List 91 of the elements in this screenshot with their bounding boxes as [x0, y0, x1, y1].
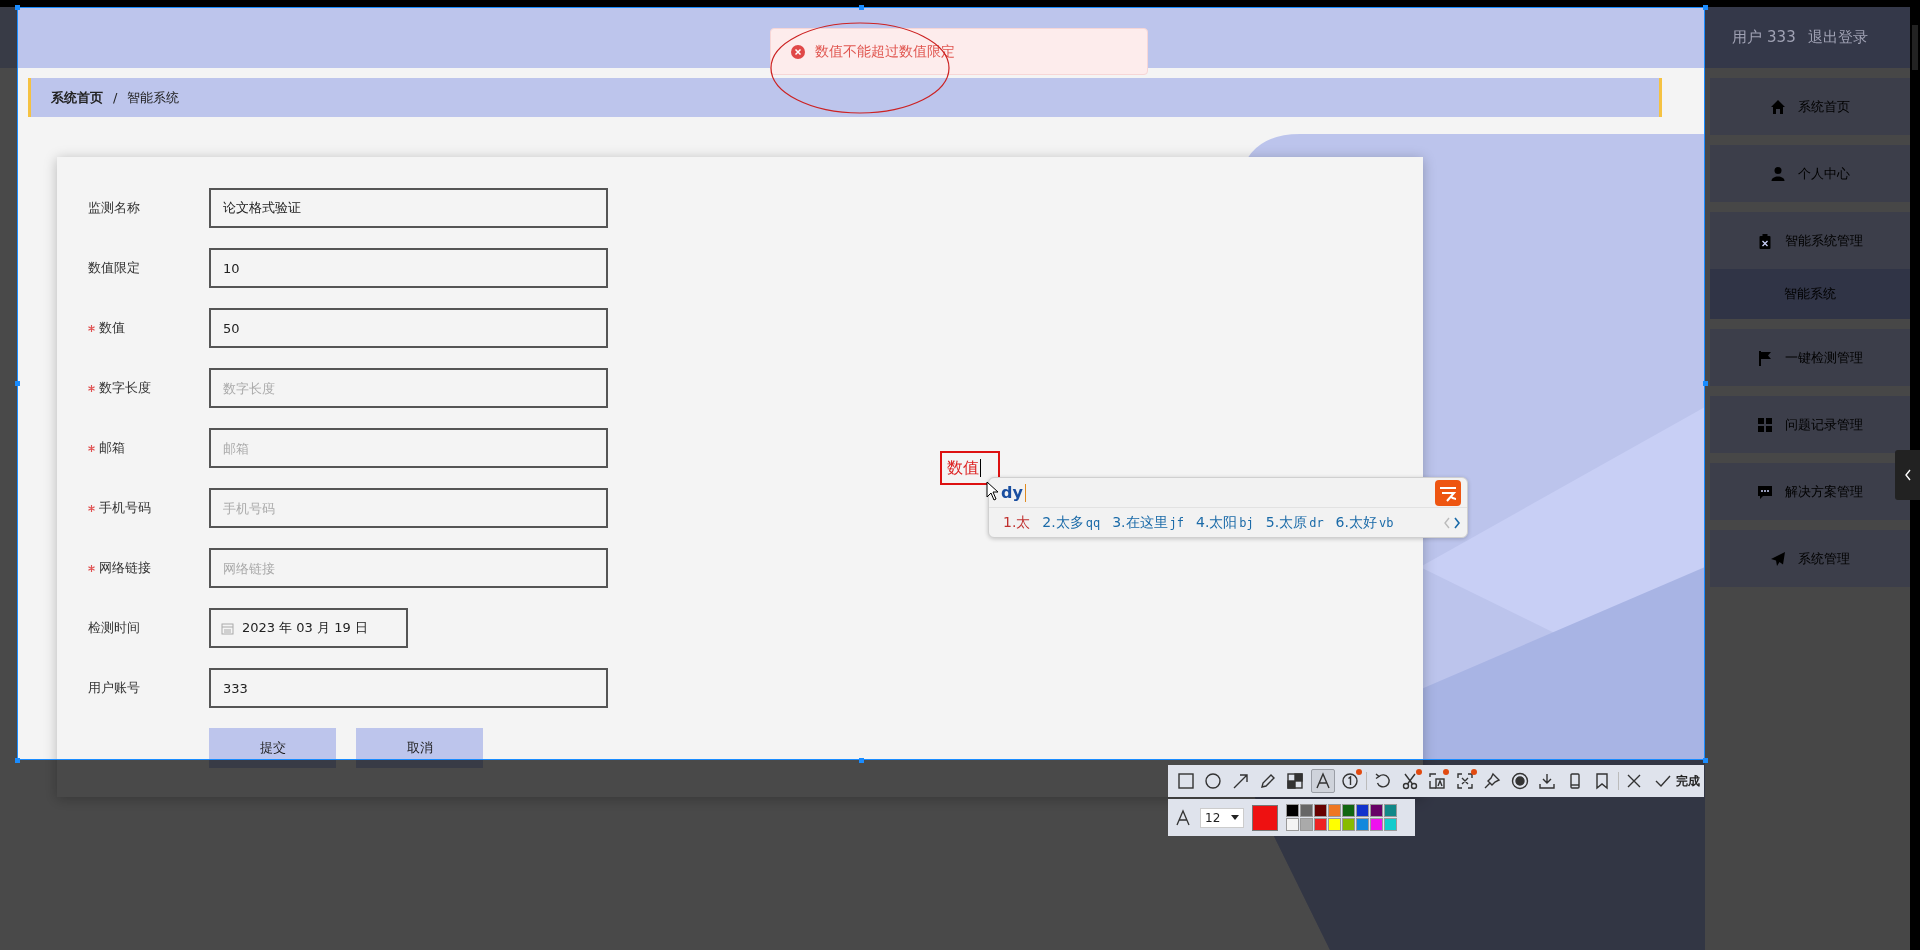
paper-plane-icon [1770, 550, 1786, 567]
input-field[interactable]: 网络链接 [209, 548, 608, 588]
field-label: 数字长度 [99, 379, 151, 397]
text-icon [1313, 772, 1332, 790]
ime-candidate[interactable]: 2.太多 qq [1042, 513, 1101, 532]
done-button[interactable]: 完成 [1650, 772, 1705, 790]
field-label: 数值 [99, 319, 125, 337]
color-swatch[interactable] [1328, 804, 1341, 817]
grid-icon [1757, 416, 1773, 433]
ime-composition: dy [1001, 483, 1023, 502]
color-swatch[interactable] [1300, 818, 1313, 831]
scissors-icon [1401, 772, 1420, 790]
color-swatch[interactable] [1342, 804, 1355, 817]
ime-candidate[interactable]: 1.太 [1003, 513, 1031, 532]
clipboard-icon [1757, 232, 1773, 249]
color-swatch[interactable] [1384, 818, 1397, 831]
toast-message: 数值不能超过数值限定 [815, 42, 955, 61]
pencil-icon [1258, 772, 1277, 790]
resize-handle[interactable] [859, 758, 864, 763]
color-swatch[interactable] [1370, 818, 1383, 831]
ime-candidate[interactable]: 3.在这里jf [1112, 513, 1184, 532]
ime-candidate[interactable]: 6.太好vb [1335, 513, 1394, 532]
input-field[interactable]: 10 [209, 248, 608, 288]
field-label: 检测时间 [88, 619, 140, 637]
bookmark-icon [1593, 772, 1611, 790]
field-label: 网络链接 [99, 559, 151, 577]
mouse-cursor-icon [986, 481, 1000, 501]
color-swatch[interactable] [1314, 818, 1327, 831]
calendar-icon [221, 621, 234, 635]
resize-handle[interactable] [859, 5, 864, 10]
user-label: 用户 333 [1732, 28, 1796, 47]
text-tool[interactable] [1311, 769, 1335, 793]
resize-handle[interactable] [1703, 758, 1708, 763]
translate-icon [1455, 772, 1474, 790]
color-swatch[interactable] [1356, 818, 1369, 831]
logout-link[interactable]: 退出登录 [1807, 28, 1868, 47]
breadcrumb-link[interactable]: 智能系统 [127, 88, 180, 107]
field-label: 手机号码 [99, 499, 151, 517]
number-icon [1341, 772, 1360, 790]
chat-icon [1757, 483, 1773, 500]
field-label: 监测名称 [88, 199, 140, 217]
pin-icon [1483, 772, 1502, 790]
color-swatch[interactable] [1314, 804, 1327, 817]
chevron-left-icon [1903, 469, 1912, 481]
input-field[interactable]: 邮箱 [209, 428, 608, 468]
input-field[interactable]: 手机号码 [209, 488, 608, 528]
arrow-icon [1231, 772, 1250, 790]
resize-handle[interactable] [15, 381, 20, 386]
resize-handle[interactable] [1703, 5, 1708, 10]
ime-logo-icon [1435, 479, 1461, 506]
user-icon [1770, 165, 1786, 182]
ime-candidate[interactable]: 5.太原 dr [1265, 513, 1324, 532]
resize-handle[interactable] [15, 758, 20, 763]
field-label: 用户账号 [88, 679, 140, 697]
rectangle-icon [1176, 772, 1195, 790]
caret-icon [1231, 815, 1239, 820]
color-swatch[interactable] [1384, 804, 1397, 817]
flag-icon [1757, 349, 1773, 366]
color-swatch[interactable] [1300, 804, 1313, 817]
error-icon [791, 44, 805, 59]
field-label: 邮箱 [99, 439, 125, 457]
font-size-icon [1174, 808, 1192, 827]
color-swatch[interactable] [1328, 818, 1341, 831]
color-swatch[interactable] [1370, 804, 1383, 817]
ocr-icon [1428, 772, 1447, 790]
input-field[interactable]: 数字长度 [209, 368, 608, 408]
undo-icon [1373, 772, 1392, 790]
color-swatch[interactable] [1356, 804, 1369, 817]
color-swatch[interactable] [1342, 818, 1355, 831]
color-swatch[interactable] [1286, 818, 1299, 831]
home-icon [1770, 98, 1786, 115]
input-field[interactable]: 50 [209, 308, 608, 348]
date-field[interactable]: 2023 年 03 月 19 日 [209, 608, 408, 648]
input-field[interactable]: 论文格式验证 [209, 188, 608, 228]
mosaic-icon [1286, 772, 1305, 790]
ime-candidate[interactable]: 4.太阳 bj [1196, 513, 1254, 532]
font-size-dropdown[interactable]: 12 [1200, 807, 1244, 828]
color-swatch[interactable] [1286, 804, 1299, 817]
resize-handle[interactable] [15, 5, 20, 10]
breadcrumb-separator: / [113, 90, 118, 105]
next-page-icon[interactable] [1453, 516, 1461, 529]
collapse-button[interactable] [1895, 450, 1920, 500]
download-icon [1538, 772, 1557, 790]
resize-handle[interactable] [1703, 381, 1708, 386]
scrollbar[interactable] [1910, 7, 1920, 950]
breadcrumb-link[interactable]: 系统首页 [51, 88, 103, 107]
field-label: 数值限定 [88, 259, 140, 277]
input-field[interactable]: 333 [209, 668, 608, 708]
record-icon [1510, 772, 1529, 790]
ellipse-icon [1204, 772, 1223, 790]
current-color-swatch[interactable] [1252, 804, 1278, 831]
